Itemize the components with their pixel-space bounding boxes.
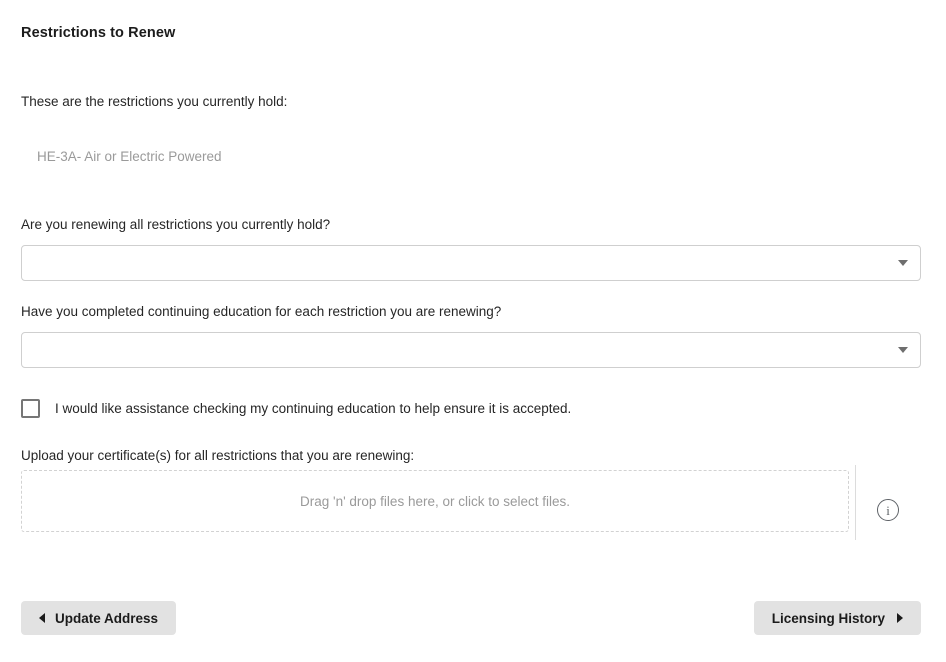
assistance-checkbox-row[interactable]: I would like assistance checking my cont… <box>21 399 571 418</box>
assistance-checkbox-label: I would like assistance checking my cont… <box>55 401 572 416</box>
update-address-button-label: Update Address <box>55 610 159 626</box>
restrictions-to-renew-page: Restrictions to Renew These are the rest… <box>0 0 946 662</box>
select-renew-all-restrictions[interactable] <box>21 245 921 281</box>
file-dropzone-text: Drag 'n' drop files here, or click to se… <box>299 493 570 509</box>
upload-divider <box>855 465 856 540</box>
current-restrictions-list: HE-3A- Air or Electric Powered <box>37 147 222 167</box>
arrow-left-icon <box>39 613 45 623</box>
current-restrictions-intro: These are the restrictions you currently… <box>21 94 288 109</box>
update-address-button[interactable]: Update Address <box>21 601 177 635</box>
label-continuing-education-complete: Have you completed continuing education … <box>21 304 502 319</box>
file-dropzone[interactable]: Drag 'n' drop files here, or click to se… <box>21 470 849 532</box>
label-renew-all-restrictions: Are you renewing all restrictions you cu… <box>21 217 331 232</box>
upload-certificates-label: Upload your certificate(s) for all restr… <box>21 448 415 463</box>
list-item: HE-3A- Air or Electric Powered <box>37 149 222 164</box>
chevron-down-icon <box>898 260 908 266</box>
select-continuing-education-complete[interactable] <box>21 332 921 368</box>
info-icon[interactable]: i <box>877 499 899 521</box>
page-title: Restrictions to Renew <box>21 25 176 41</box>
assistance-checkbox[interactable] <box>21 399 40 418</box>
arrow-right-icon <box>897 613 903 623</box>
chevron-down-icon <box>898 347 908 353</box>
licensing-history-button-label: Licensing History <box>771 610 885 626</box>
licensing-history-button[interactable]: Licensing History <box>753 601 921 635</box>
